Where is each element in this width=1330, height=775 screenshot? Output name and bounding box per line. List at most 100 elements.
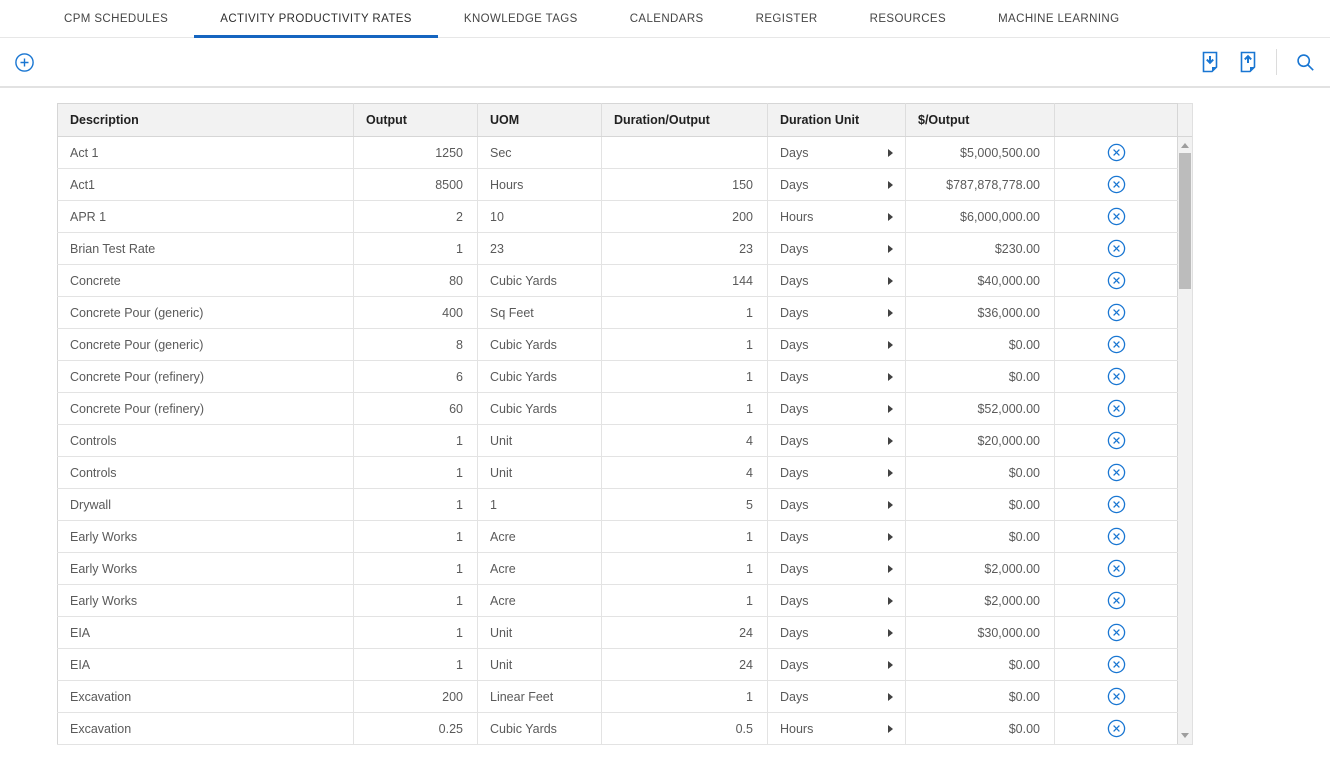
cell-cost-output[interactable]: $0.00 (906, 329, 1055, 361)
cell-output[interactable]: 8 (354, 329, 478, 361)
cell-cost-output[interactable]: $0.00 (906, 681, 1055, 713)
import-file-icon[interactable] (1200, 51, 1220, 73)
delete-row-button[interactable] (1107, 335, 1126, 354)
cell-duration-output[interactable] (602, 137, 768, 169)
cell-uom[interactable]: Unit (478, 617, 602, 649)
delete-row-button[interactable] (1107, 527, 1126, 546)
cell-cost-output[interactable]: $2,000.00 (906, 585, 1055, 617)
cell-cost-output[interactable]: $52,000.00 (906, 393, 1055, 425)
cell-description[interactable]: Controls (58, 457, 354, 489)
cell-duration-output[interactable]: 1 (602, 521, 768, 553)
delete-row-button[interactable] (1107, 495, 1126, 514)
cell-description[interactable]: Concrete Pour (refinery) (58, 361, 354, 393)
search-icon[interactable] (1295, 52, 1316, 73)
cell-description[interactable]: Early Works (58, 521, 354, 553)
cell-duration-unit[interactable]: Days (768, 457, 906, 489)
column-header-duration-output[interactable]: Duration/Output (602, 104, 768, 137)
cell-description[interactable]: Concrete (58, 265, 354, 297)
cell-duration-unit[interactable]: Days (768, 425, 906, 457)
cell-description[interactable]: EIA (58, 649, 354, 681)
cell-uom[interactable]: Unit (478, 457, 602, 489)
cell-uom[interactable]: Sq Feet (478, 297, 602, 329)
cell-cost-output[interactable]: $20,000.00 (906, 425, 1055, 457)
cell-uom[interactable]: Linear Feet (478, 681, 602, 713)
cell-description[interactable]: Excavation (58, 681, 354, 713)
dropdown-arrow-icon[interactable] (888, 629, 893, 637)
cell-duration-unit[interactable]: Days (768, 649, 906, 681)
delete-row-button[interactable] (1107, 687, 1126, 706)
dropdown-arrow-icon[interactable] (888, 405, 893, 413)
dropdown-arrow-icon[interactable] (888, 597, 893, 605)
cell-cost-output[interactable]: $30,000.00 (906, 617, 1055, 649)
cell-duration-output[interactable]: 1 (602, 329, 768, 361)
dropdown-arrow-icon[interactable] (888, 437, 893, 445)
cell-uom[interactable]: Acre (478, 521, 602, 553)
cell-uom[interactable]: Cubic Yards (478, 393, 602, 425)
scroll-down-arrow-icon[interactable] (1181, 733, 1189, 738)
delete-row-button[interactable] (1107, 303, 1126, 322)
cell-uom[interactable]: Cubic Yards (478, 361, 602, 393)
tab-machine-learning[interactable]: MACHINE LEARNING (972, 0, 1145, 37)
cell-output[interactable]: 0.25 (354, 713, 478, 745)
cell-cost-output[interactable]: $0.00 (906, 489, 1055, 521)
dropdown-arrow-icon[interactable] (888, 725, 893, 733)
cell-duration-output[interactable]: 200 (602, 201, 768, 233)
cell-description[interactable]: Act1 (58, 169, 354, 201)
cell-cost-output[interactable]: $0.00 (906, 361, 1055, 393)
column-header-duration-unit[interactable]: Duration Unit (768, 104, 906, 137)
cell-duration-output[interactable]: 1 (602, 297, 768, 329)
delete-row-button[interactable] (1107, 143, 1126, 162)
dropdown-arrow-icon[interactable] (888, 661, 893, 669)
cell-output[interactable]: 2 (354, 201, 478, 233)
cell-duration-output[interactable]: 1 (602, 681, 768, 713)
cell-uom[interactable]: Sec (478, 137, 602, 169)
cell-output[interactable]: 1 (354, 425, 478, 457)
scrollbar-thumb[interactable] (1179, 153, 1191, 289)
dropdown-arrow-icon[interactable] (888, 181, 893, 189)
cell-duration-unit[interactable]: Days (768, 681, 906, 713)
cell-uom[interactable]: Hours (478, 169, 602, 201)
cell-description[interactable]: Brian Test Rate (58, 233, 354, 265)
export-file-icon[interactable] (1238, 51, 1258, 73)
cell-duration-unit[interactable]: Hours (768, 713, 906, 745)
cell-output[interactable]: 80 (354, 265, 478, 297)
cell-uom[interactable]: 1 (478, 489, 602, 521)
dropdown-arrow-icon[interactable] (888, 693, 893, 701)
cell-output[interactable]: 1 (354, 585, 478, 617)
cell-duration-unit[interactable]: Days (768, 137, 906, 169)
cell-output[interactable]: 6 (354, 361, 478, 393)
cell-duration-output[interactable]: 1 (602, 361, 768, 393)
cell-duration-output[interactable]: 5 (602, 489, 768, 521)
add-circle-icon[interactable] (14, 52, 35, 73)
delete-row-button[interactable] (1107, 655, 1126, 674)
cell-uom[interactable]: Acre (478, 585, 602, 617)
cell-output[interactable]: 60 (354, 393, 478, 425)
cell-output[interactable]: 400 (354, 297, 478, 329)
cell-description[interactable]: APR 1 (58, 201, 354, 233)
cell-duration-output[interactable]: 150 (602, 169, 768, 201)
dropdown-arrow-icon[interactable] (888, 341, 893, 349)
cell-cost-output[interactable]: $230.00 (906, 233, 1055, 265)
cell-uom[interactable]: 10 (478, 201, 602, 233)
cell-duration-unit[interactable]: Days (768, 489, 906, 521)
delete-row-button[interactable] (1107, 431, 1126, 450)
cell-description[interactable]: Controls (58, 425, 354, 457)
cell-description[interactable]: Early Works (58, 585, 354, 617)
delete-row-button[interactable] (1107, 367, 1126, 386)
cell-duration-unit[interactable]: Days (768, 329, 906, 361)
cell-cost-output[interactable]: $0.00 (906, 713, 1055, 745)
cell-cost-output[interactable]: $0.00 (906, 457, 1055, 489)
cell-output[interactable]: 1 (354, 617, 478, 649)
cell-output[interactable]: 200 (354, 681, 478, 713)
cell-duration-unit[interactable]: Days (768, 553, 906, 585)
cell-uom[interactable]: Cubic Yards (478, 265, 602, 297)
cell-output[interactable]: 1 (354, 521, 478, 553)
cell-cost-output[interactable]: $2,000.00 (906, 553, 1055, 585)
delete-row-button[interactable] (1107, 591, 1126, 610)
cell-cost-output[interactable]: $5,000,500.00 (906, 137, 1055, 169)
cell-duration-unit[interactable]: Days (768, 297, 906, 329)
dropdown-arrow-icon[interactable] (888, 533, 893, 541)
cell-output[interactable]: 1250 (354, 137, 478, 169)
cell-description[interactable]: Excavation (58, 713, 354, 745)
delete-row-button[interactable] (1107, 271, 1126, 290)
